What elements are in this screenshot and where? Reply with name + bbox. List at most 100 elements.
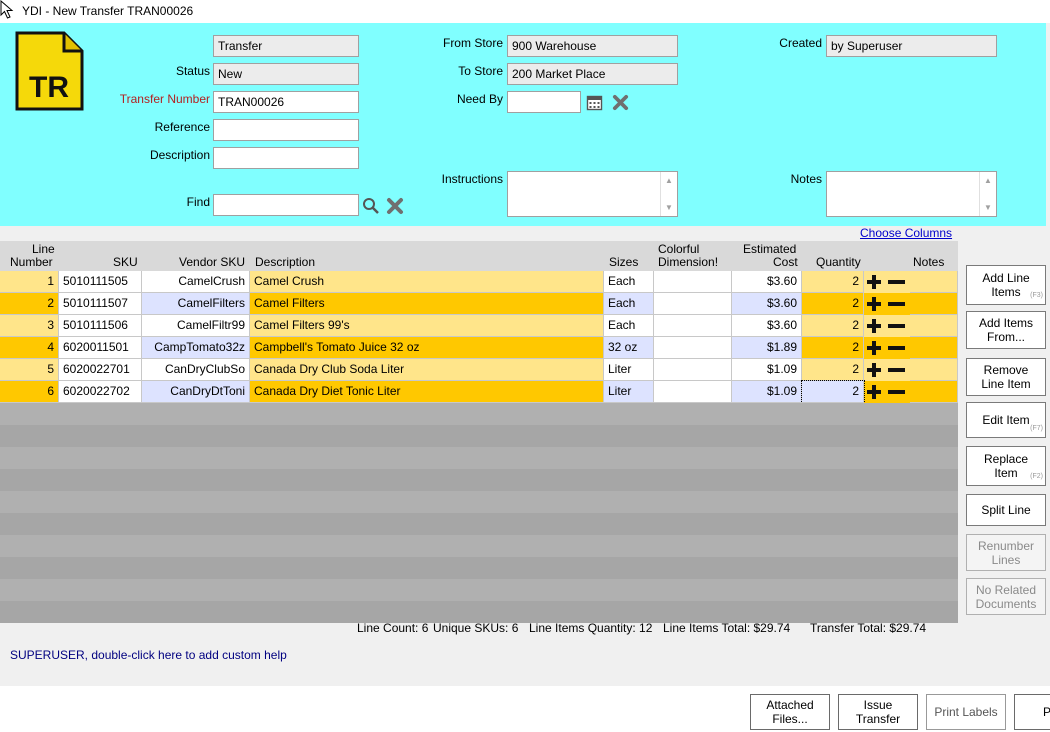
transfer-document-icon: TR (15, 31, 84, 111)
column-header-vendor-sku[interactable]: Vendor SKU (179, 256, 245, 269)
plus-icon[interactable] (867, 297, 881, 311)
cell-line-number: 2 (0, 293, 59, 315)
plus-icon[interactable] (867, 275, 881, 289)
cell-colorful-dimension (654, 293, 732, 315)
column-header-cost-2[interactable]: Cost (773, 256, 798, 269)
instructions-scrollbar[interactable]: ▲ ▼ (660, 172, 677, 216)
title-bar: YDI - New Transfer TRAN00026 (0, 0, 1050, 23)
plus-icon[interactable] (867, 385, 881, 399)
line-items-quantity: Line Items Quantity: 12 (529, 621, 653, 635)
minus-icon[interactable] (888, 346, 905, 350)
cell-line-number: 4 (0, 337, 59, 359)
cell-quantity[interactable]: 2 (802, 293, 864, 315)
find-input[interactable] (213, 194, 359, 216)
scroll-up-icon[interactable]: ▲ (984, 176, 992, 185)
table-row[interactable]: 6 6020022702 CanDryDtToni Canada Dry Diet T… (0, 380, 958, 404)
quantity-stepper[interactable] (864, 295, 908, 313)
column-header-sku[interactable]: SKU (113, 256, 138, 269)
table-row[interactable]: 1 5010111505 CamelCrush Camel Crush Each $3.6… (0, 271, 958, 293)
remove-line-item-button[interactable]: Remove Line Item (966, 358, 1046, 396)
reference-input[interactable] (213, 119, 359, 141)
cell-notes (910, 271, 958, 293)
created-field: by Superuser (826, 35, 997, 57)
quantity-stepper[interactable] (864, 317, 908, 335)
from-store-field[interactable]: 900 Warehouse (507, 35, 678, 57)
search-icon[interactable] (362, 197, 380, 215)
no-related-documents-button[interactable]: No Related Documents (966, 578, 1046, 615)
table-row[interactable]: 4 6020011501 CampTomato32z Campbell's Tomat… (0, 337, 958, 359)
minus-icon[interactable] (888, 302, 905, 306)
column-header-colorful-2[interactable]: Dimension! (658, 256, 718, 269)
column-header-description[interactable]: Description (255, 256, 315, 269)
cell-vendor-sku: CamelCrush (142, 271, 250, 293)
table-row[interactable]: 2 5010111507 CamelFilters Camel Filters Each… (0, 293, 958, 315)
plus-icon[interactable] (867, 319, 881, 333)
scroll-down-icon[interactable]: ▼ (665, 203, 673, 212)
cell-quantity[interactable]: 2 (802, 271, 864, 293)
plus-icon[interactable] (867, 341, 881, 355)
edit-item-button[interactable]: Edit Item (F7) (966, 402, 1046, 438)
cell-line-number: 3 (0, 315, 59, 337)
cell-vendor-sku: CamelFilters (142, 293, 250, 315)
clear-find-icon[interactable] (386, 197, 404, 215)
description-label: Description (149, 148, 210, 162)
quantity-stepper[interactable] (864, 383, 908, 401)
calendar-icon[interactable] (586, 94, 603, 111)
to-store-label: To Store (458, 64, 503, 78)
partial-button[interactable]: P (1014, 694, 1050, 730)
print-labels-button[interactable]: Print Labels (926, 694, 1006, 730)
renumber-lines-button[interactable]: Renumber Lines (966, 534, 1046, 571)
minus-icon[interactable] (888, 368, 905, 372)
column-header-notes[interactable]: Notes (913, 256, 944, 269)
cell-quantity[interactable]: 2 (801, 380, 865, 404)
plus-icon[interactable] (867, 363, 881, 377)
cell-estimated-cost: $3.60 (732, 315, 802, 337)
split-line-button[interactable]: Split Line (966, 494, 1046, 526)
column-header-quantity[interactable]: Quantity (816, 256, 861, 269)
logo-text: TR (29, 71, 69, 104)
description-input[interactable] (213, 147, 359, 169)
add-line-items-button[interactable]: Add Line Items (F3) (966, 265, 1046, 305)
column-header-sizes[interactable]: Sizes (609, 256, 638, 269)
cell-vendor-sku: CanDryDtToni (142, 381, 250, 403)
scroll-up-icon[interactable]: ▲ (665, 176, 673, 185)
custom-help-text[interactable]: SUPERUSER, double-click here to add cust… (10, 648, 287, 662)
replace-item-button[interactable]: Replace Item (F2) (966, 446, 1046, 486)
choose-columns-link[interactable]: Choose Columns (860, 226, 952, 240)
cell-sku: 5010111505 (59, 271, 142, 293)
instructions-textarea[interactable]: ▲ ▼ (507, 171, 678, 217)
notes-label: Notes (790, 172, 822, 186)
cell-quantity[interactable]: 2 (802, 315, 864, 337)
need-by-input[interactable] (507, 91, 581, 113)
minus-icon[interactable] (888, 324, 905, 328)
quantity-stepper[interactable] (864, 361, 908, 379)
column-header-line-2[interactable]: Number (10, 256, 53, 269)
cell-line-number: 5 (0, 359, 59, 381)
scroll-down-icon[interactable]: ▼ (984, 203, 992, 212)
add-items-from-button[interactable]: Add Items From... (966, 311, 1046, 349)
issue-transfer-button[interactable]: Issue Transfer (838, 694, 918, 730)
quantity-stepper[interactable] (864, 273, 908, 291)
attached-files-button[interactable]: Attached Files... (750, 694, 830, 730)
cell-quantity[interactable]: 2 (802, 337, 864, 359)
cell-estimated-cost: $3.60 (732, 271, 802, 293)
minus-icon[interactable] (888, 280, 905, 284)
table-row[interactable]: 3 5010111506 CamelFiltr99 Camel Filters 99'… (0, 315, 958, 337)
cell-description: Camel Filters (250, 293, 604, 315)
notes-textarea[interactable]: ▲ ▼ (826, 171, 997, 217)
quantity-stepper[interactable] (864, 339, 908, 357)
cell-sku: 6020011501 (59, 337, 142, 359)
cell-vendor-sku: CampTomato32z (142, 337, 250, 359)
empty-grid-row (0, 491, 958, 513)
minus-icon[interactable] (888, 390, 905, 394)
empty-grid-row (0, 469, 958, 491)
transfer-number-input[interactable]: TRAN00026 (213, 91, 359, 113)
empty-grid-row (0, 425, 958, 447)
cell-quantity[interactable]: 2 (802, 359, 864, 381)
cell-size: Each (604, 315, 654, 337)
notes-scrollbar[interactable]: ▲ ▼ (979, 172, 996, 216)
to-store-field[interactable]: 200 Market Place (507, 63, 678, 85)
clear-date-icon[interactable] (612, 94, 629, 111)
cell-description: Camel Filters 99's (250, 315, 604, 337)
table-row[interactable]: 5 6020022701 CanDryClubSo Canada Dry Club S… (0, 359, 958, 381)
